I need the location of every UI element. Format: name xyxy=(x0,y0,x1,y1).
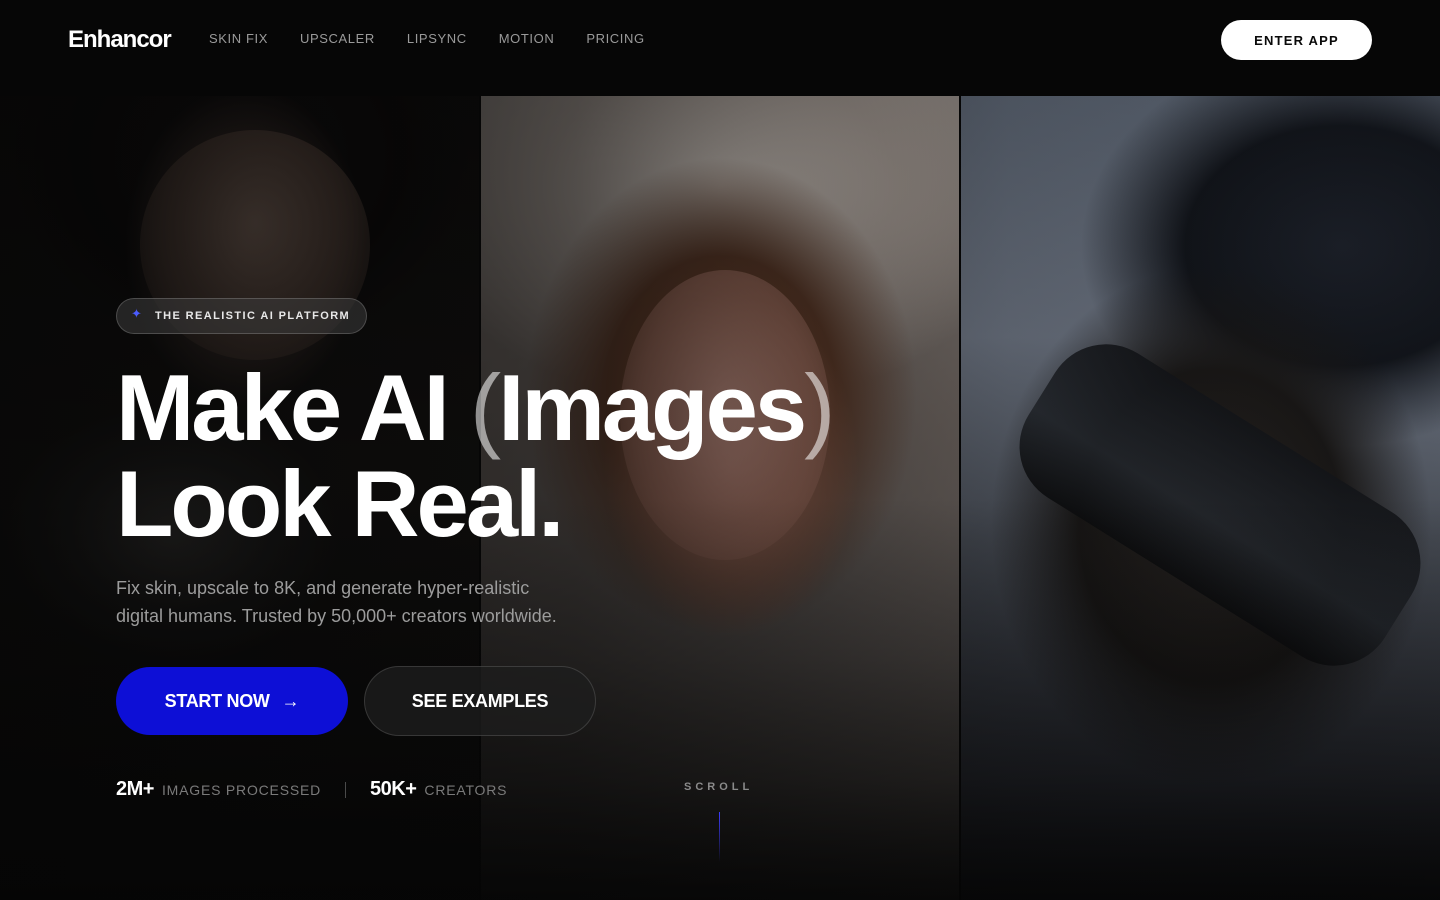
stat-label-images: IMAGES PROCESSED xyxy=(161,781,322,798)
hero-stats: 2M+ IMAGES PROCESSED 50K+ CREATORS xyxy=(116,778,507,801)
hero-headline: Make AI (Images) Look Real. xyxy=(116,360,836,552)
headline-highlight: Images xyxy=(498,355,807,460)
headline-paren-close: ) xyxy=(804,355,835,460)
see-examples-button[interactable]: SEE EXAMPLES xyxy=(364,666,596,736)
enter-app-button[interactable]: ENTER APP xyxy=(1221,20,1372,60)
start-now-button[interactable]: START NOW → xyxy=(116,667,348,735)
nav-link-upscaler[interactable]: UPSCALER xyxy=(300,32,375,46)
stat-label-creators: CREATORS xyxy=(424,781,508,798)
nav-link-skin-fix[interactable]: SKIN FIX xyxy=(209,32,268,46)
sparkle-icon xyxy=(131,306,145,323)
stat-divider xyxy=(345,781,347,798)
nav-link-motion[interactable]: MOTION xyxy=(499,32,555,46)
nav-link-pricing[interactable]: PRICING xyxy=(586,32,644,46)
stat-value-creators: 50K+ xyxy=(370,778,417,800)
headline-line-2: Look Real. xyxy=(116,451,564,556)
nav-links: SKIN FIX UPSCALER LIPSYNC MOTION PRICING xyxy=(209,32,677,46)
top-nav: Enhancor SKIN FIX UPSCALER LIPSYNC MOTIO… xyxy=(0,0,1440,96)
badge-label: THE REALISTIC AI PLATFORM xyxy=(155,310,351,322)
brand-logo[interactable]: Enhancor xyxy=(68,26,172,54)
platform-badge: THE REALISTIC AI PLATFORM xyxy=(116,298,368,334)
arrow-right-icon: → xyxy=(281,690,300,711)
nav-link-lipsync[interactable]: LIPSYNC xyxy=(407,32,467,46)
stat-value-images: 2M+ xyxy=(116,778,154,800)
scroll-indicator-label[interactable]: SCROLL xyxy=(684,781,753,793)
hero-subtitle: Fix skin, upscale to 8K, and generate hy… xyxy=(116,578,557,626)
start-now-label: START NOW xyxy=(164,690,270,711)
headline-text: Make AI xyxy=(116,355,470,460)
headline-paren-open: ( xyxy=(469,355,501,460)
scroll-indicator-line xyxy=(719,812,720,862)
